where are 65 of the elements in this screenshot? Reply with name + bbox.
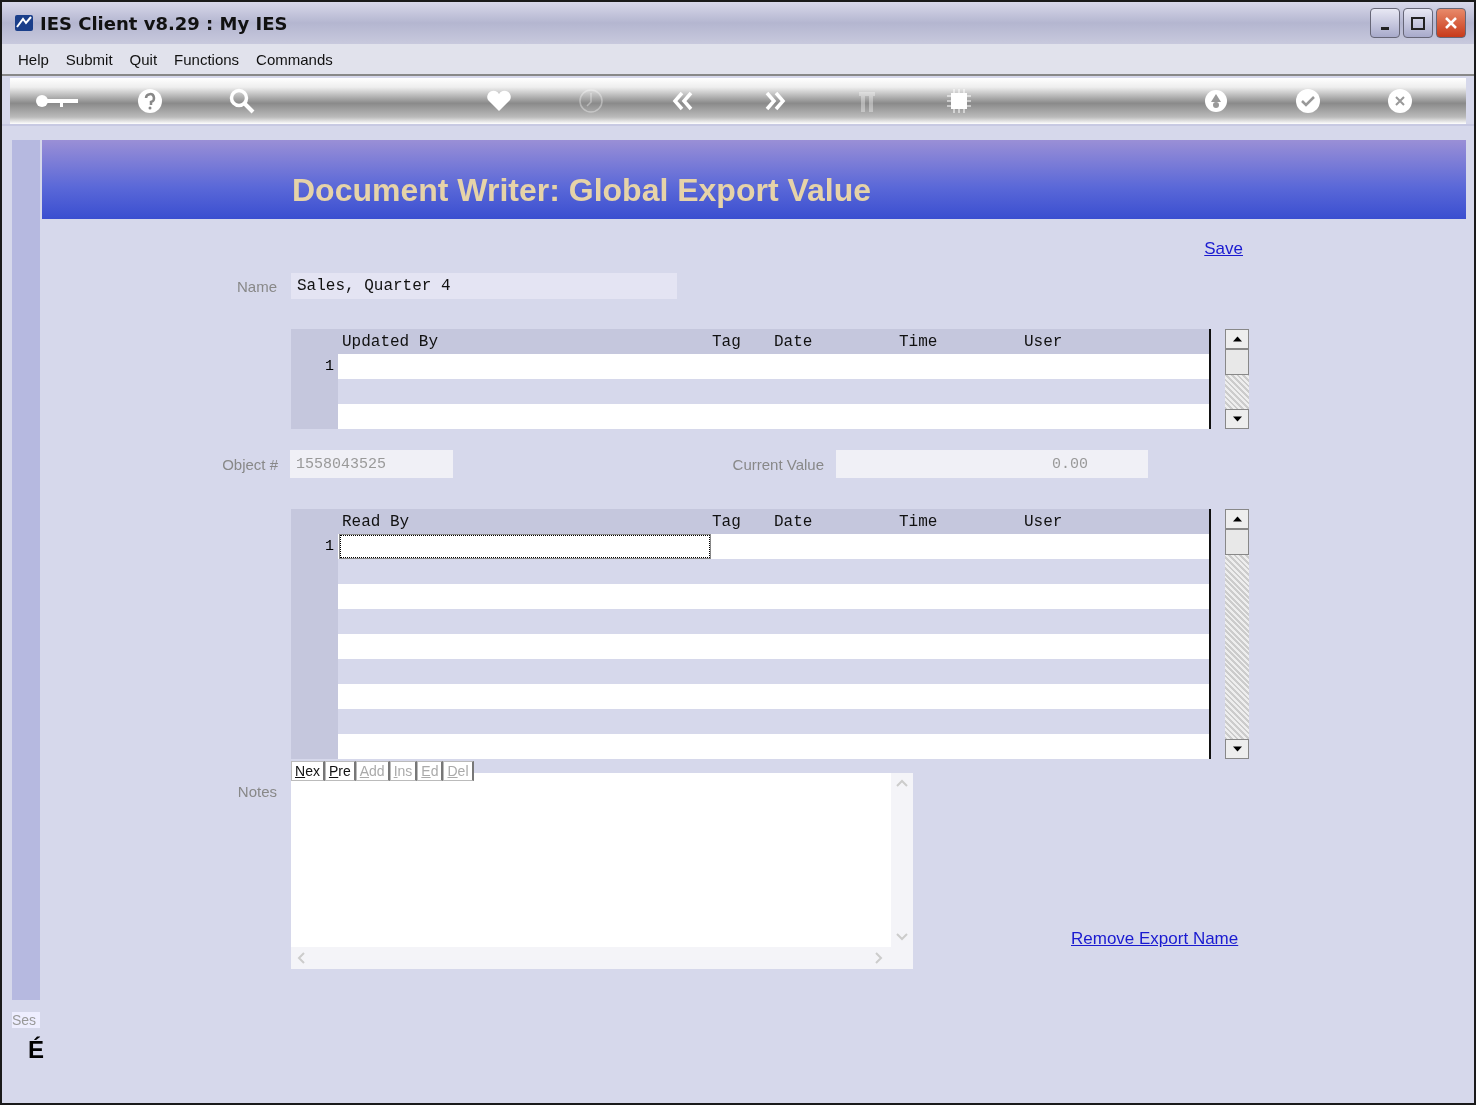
column-header: Date	[773, 331, 814, 353]
close-circle-icon	[1387, 88, 1413, 114]
field-label: Notes	[236, 783, 278, 800]
save-link[interactable]: Save	[1204, 239, 1243, 261]
key-icon	[34, 93, 80, 109]
right-chevron-icon	[875, 952, 883, 964]
field-label: Object #	[221, 455, 279, 473]
up-arrow-icon	[1232, 516, 1242, 522]
close-button[interactable]	[1436, 8, 1466, 38]
up-arrow-icon	[1232, 336, 1242, 342]
double-left-chevron-icon	[672, 91, 694, 111]
current-value-field: 0.00	[836, 450, 1148, 478]
notes-button[interactable]: Nex	[291, 761, 325, 781]
object-number-field: 1558043525	[290, 450, 453, 478]
heart-icon	[486, 90, 512, 112]
menu-item[interactable]: Commands	[256, 50, 333, 68]
vertical-scrollbar[interactable]	[1225, 509, 1249, 759]
focused-cell[interactable]	[340, 535, 710, 558]
minimize-icon	[1381, 26, 1389, 30]
search-icon	[228, 87, 256, 115]
tool-icon	[856, 89, 878, 113]
column-header: User	[1023, 511, 1064, 533]
vertical-scrollbar[interactable]	[891, 773, 913, 947]
side-label: Ses	[12, 1012, 40, 1028]
double-right-chevron-icon	[764, 91, 786, 111]
help-icon	[137, 88, 163, 114]
notes-button[interactable]: Pre	[324, 761, 356, 781]
page-title: Document Writer: Global Export Value	[292, 172, 872, 209]
up-chevron-icon	[896, 779, 908, 787]
menu-item[interactable]: Submit	[65, 50, 113, 68]
clock-icon	[578, 88, 604, 114]
close-icon	[1444, 16, 1458, 30]
field-label: Current Value	[731, 455, 825, 473]
minimize-button[interactable]	[1370, 8, 1400, 38]
menu-item[interactable]: Quit	[129, 50, 158, 68]
field-label: Name	[236, 277, 278, 295]
column-header: Time	[898, 511, 939, 533]
scroll-thumb[interactable]	[1225, 529, 1249, 555]
check-icon	[1295, 88, 1321, 114]
left-chevron-icon	[297, 952, 305, 964]
down-chevron-icon	[896, 933, 908, 941]
column-header: Tag	[711, 331, 742, 353]
scroll-thumb[interactable]	[1225, 349, 1249, 375]
column-header: User	[1023, 331, 1064, 353]
horizontal-scrollbar[interactable]	[291, 947, 913, 969]
menu-item[interactable]: Functions	[174, 50, 240, 68]
row-number: 1	[325, 538, 334, 555]
down-arrow-icon	[1232, 746, 1242, 752]
window-title: IES Client v8.29 : My IES	[40, 12, 288, 34]
remove-export-name-link[interactable]: Remove Export Name	[1071, 929, 1239, 948]
maximize-button[interactable]	[1403, 8, 1433, 38]
column-header: Updated By	[341, 331, 439, 353]
menu-item[interactable]: Help	[18, 50, 49, 68]
maximize-icon	[1411, 16, 1425, 30]
chip-icon	[946, 88, 972, 114]
column-header: Tag	[711, 511, 742, 533]
app-logo-icon	[14, 14, 34, 32]
down-arrow-icon	[1232, 416, 1242, 422]
vertical-scrollbar[interactable]	[1225, 329, 1249, 429]
name-field[interactable]: Sales, Quarter 4	[291, 273, 677, 299]
row-number: 1	[325, 358, 334, 375]
column-header: Read By	[341, 511, 411, 533]
column-header: Time	[898, 331, 939, 353]
side-glyph: É	[28, 1036, 42, 1064]
column-header: Date	[773, 511, 814, 533]
